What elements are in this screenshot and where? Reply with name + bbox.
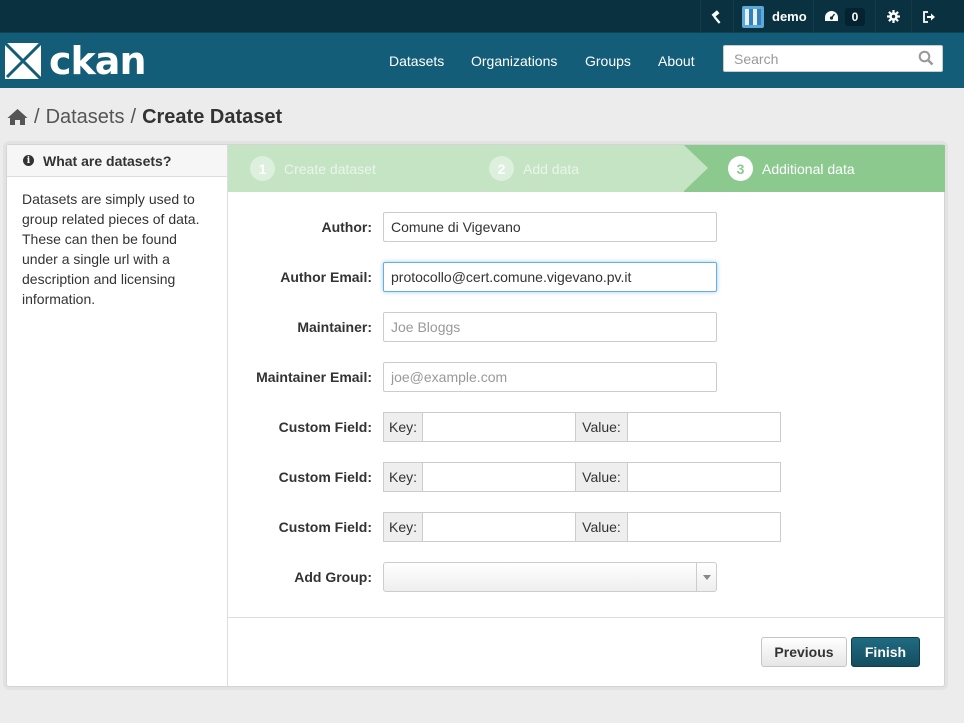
maintainer-label: Maintainer: (297, 319, 372, 335)
form-actions: Previous Finish (228, 617, 945, 686)
custom-value-input[interactable] (627, 512, 781, 542)
info-icon: i (23, 155, 34, 166)
sidebar-heading: i What are datasets? (7, 145, 227, 177)
stages-progress: 1 Create dataset 2 Add data 3 Additional… (228, 145, 945, 192)
stage-number: 1 (250, 156, 275, 181)
caret-down-icon (702, 574, 711, 580)
maintainer-email-label: Maintainer Email: (256, 369, 372, 385)
stage-number: 2 (489, 156, 514, 181)
stage-additional-data: 3 Additional data (728, 145, 855, 192)
sign-out-icon (923, 10, 935, 23)
maintainer-email-field[interactable] (383, 362, 717, 392)
cog-icon (887, 10, 900, 23)
gavel-icon (711, 9, 721, 24)
stage-label: Add data (523, 160, 580, 177)
site-logo[interactable]: ckan (5, 42, 146, 80)
custom-field-row: Custom Field: Key: Value: (228, 512, 945, 542)
search-form (723, 45, 943, 72)
custom-field-row: Custom Field: Key: Value: (228, 412, 945, 442)
dashboard-count-badge: 0 (844, 7, 866, 26)
account-bar: demo 0 (0, 0, 964, 33)
search-button[interactable] (918, 50, 936, 68)
author-field[interactable] (383, 212, 717, 242)
site-logo-text: ckan (49, 39, 146, 83)
sidebar-heading-text: What are datasets? (43, 152, 172, 169)
nav-about[interactable]: About (658, 53, 695, 69)
author-row: Author: (228, 212, 945, 242)
nav-datasets[interactable]: Datasets (389, 53, 444, 69)
custom-field-row: Custom Field: Key: Value: (228, 462, 945, 492)
custom-value-input[interactable] (627, 462, 781, 492)
author-email-field[interactable] (383, 262, 717, 292)
stage-create-dataset[interactable]: 1 Create dataset (250, 145, 376, 192)
select-caret[interactable] (696, 563, 716, 591)
stage-add-data[interactable]: 2 Add data (489, 145, 579, 192)
custom-field-label: Custom Field: (278, 519, 372, 535)
custom-key-input[interactable] (422, 412, 576, 442)
settings-link[interactable] (875, 0, 911, 33)
maintainer-email-row: Maintainer Email: (228, 362, 945, 392)
value-addon: Value: (575, 412, 628, 442)
value-addon: Value: (575, 512, 628, 542)
user-menu[interactable]: demo (733, 0, 813, 33)
secondary-sidebar: i What are datasets? Datasets are simply… (7, 145, 228, 686)
nav-organizations[interactable]: Organizations (471, 53, 557, 69)
author-email-label: Author Email: (280, 269, 372, 285)
value-addon: Value: (575, 462, 628, 492)
logout-link[interactable] (911, 0, 947, 33)
breadcrumb-separator: / (130, 105, 137, 128)
custom-value-input[interactable] (627, 412, 781, 442)
search-input[interactable] (724, 46, 914, 71)
add-group-label: Add Group: (294, 569, 372, 585)
user-name: demo (772, 9, 807, 24)
main-wrapper: i What are datasets? Datasets are simply… (6, 144, 945, 687)
search-icon (918, 50, 934, 66)
dataset-form: Author: Author Email: Maintainer: Mainta… (228, 192, 945, 617)
breadcrumb: / Datasets / Create Dataset (7, 104, 282, 130)
home-icon[interactable] (7, 108, 28, 126)
stage-number: 3 (728, 156, 753, 181)
maintainer-field[interactable] (383, 312, 717, 342)
author-email-row: Author Email: (228, 262, 945, 292)
maintainer-row: Maintainer: (228, 312, 945, 342)
stage-label: Create dataset (284, 160, 376, 177)
custom-key-input[interactable] (422, 462, 576, 492)
breadcrumb-separator: / (34, 105, 40, 128)
previous-button[interactable]: Previous (761, 637, 847, 667)
finish-button[interactable]: Finish (851, 637, 920, 667)
add-group-select[interactable] (383, 562, 717, 592)
stages-arrow (684, 145, 708, 191)
breadcrumb-datasets[interactable]: Datasets (46, 106, 125, 129)
avatar (742, 5, 764, 28)
nav-groups[interactable]: Groups (585, 53, 631, 69)
dashboard-icon (824, 11, 838, 21)
ckan-logo-icon (5, 43, 41, 79)
key-addon: Key: (383, 462, 423, 492)
custom-field-label: Custom Field: (278, 469, 372, 485)
key-addon: Key: (383, 512, 423, 542)
dashboard-link[interactable]: 0 (813, 0, 875, 33)
sysadmin-link[interactable] (700, 0, 733, 33)
custom-field-label: Custom Field: (278, 419, 372, 435)
custom-key-input[interactable] (422, 512, 576, 542)
breadcrumb-current[interactable]: Create Dataset (142, 106, 282, 129)
stage-label: Additional data (762, 160, 855, 177)
add-group-row: Add Group: (228, 562, 945, 592)
masthead: ckan Datasets Organizations Groups About (0, 33, 964, 88)
key-addon: Key: (383, 412, 423, 442)
author-label: Author: (321, 219, 372, 235)
sidebar-description: Datasets are simply used to group relate… (22, 191, 200, 307)
